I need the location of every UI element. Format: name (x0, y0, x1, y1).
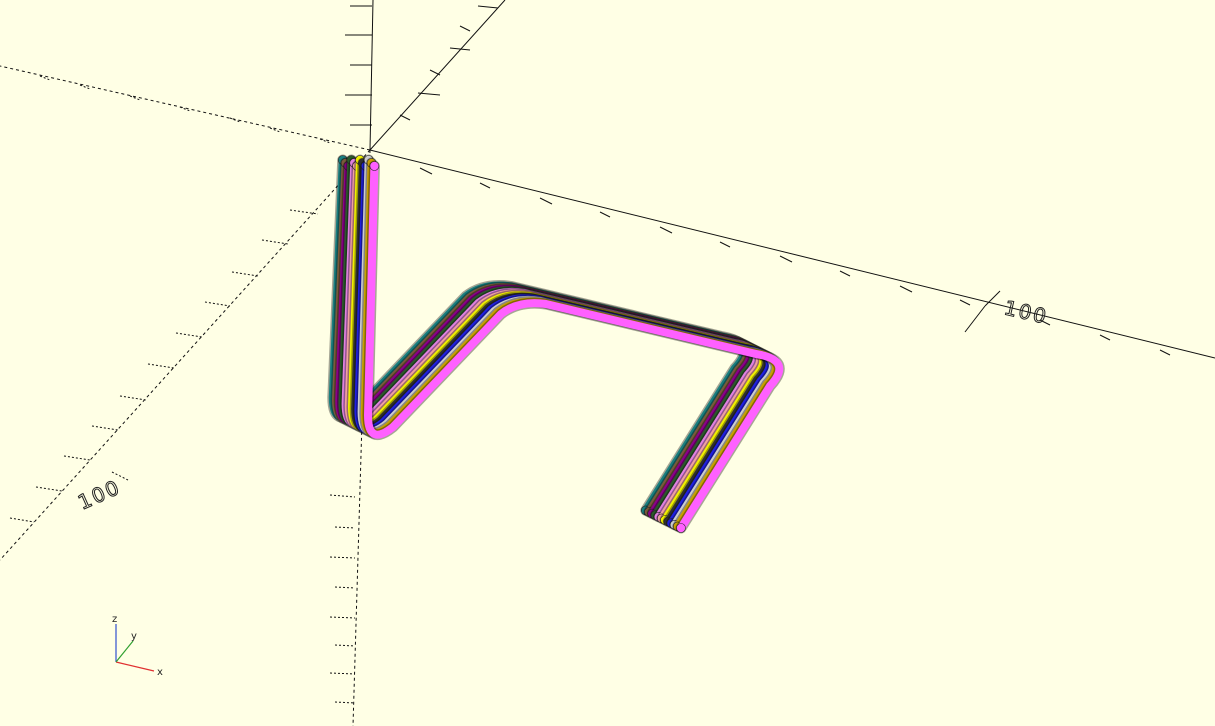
axes (0, 0, 1215, 726)
x-axis-positive (369, 149, 1215, 359)
neg-ticks (9, 209, 356, 704)
z-axis-ticks (345, 5, 372, 126)
y-axis-negative (0, 149, 371, 561)
orientation-gizmo: z x y (112, 614, 163, 678)
x-axis-neg-ticks (39, 75, 331, 144)
y-axis-positive (369, 0, 506, 151)
z-axis-positive (369, 0, 374, 151)
3d-viewport[interactable]: 100 100 z x y (0, 0, 1215, 726)
x-axis-ticks (419, 167, 1171, 356)
wire-top-end (369, 161, 380, 171)
x-scale-label: 100 (1002, 295, 1050, 328)
gizmo-y-label: y (131, 631, 137, 642)
y-scale-label: 100 (74, 475, 124, 515)
gizmo-x-axis (115, 661, 155, 672)
gizmo-z-label: z (112, 614, 117, 625)
gizmo-y-axis (115, 640, 134, 663)
x-axis-negative (0, 65, 371, 151)
gizmo-x-label: x (157, 667, 163, 678)
scene-canvas[interactable]: 100 100 z x y (0, 0, 1215, 726)
wire-bottom-end (676, 523, 686, 533)
y-axis-ticks (399, 5, 499, 121)
cable-bundle[interactable] (327, 154, 785, 534)
